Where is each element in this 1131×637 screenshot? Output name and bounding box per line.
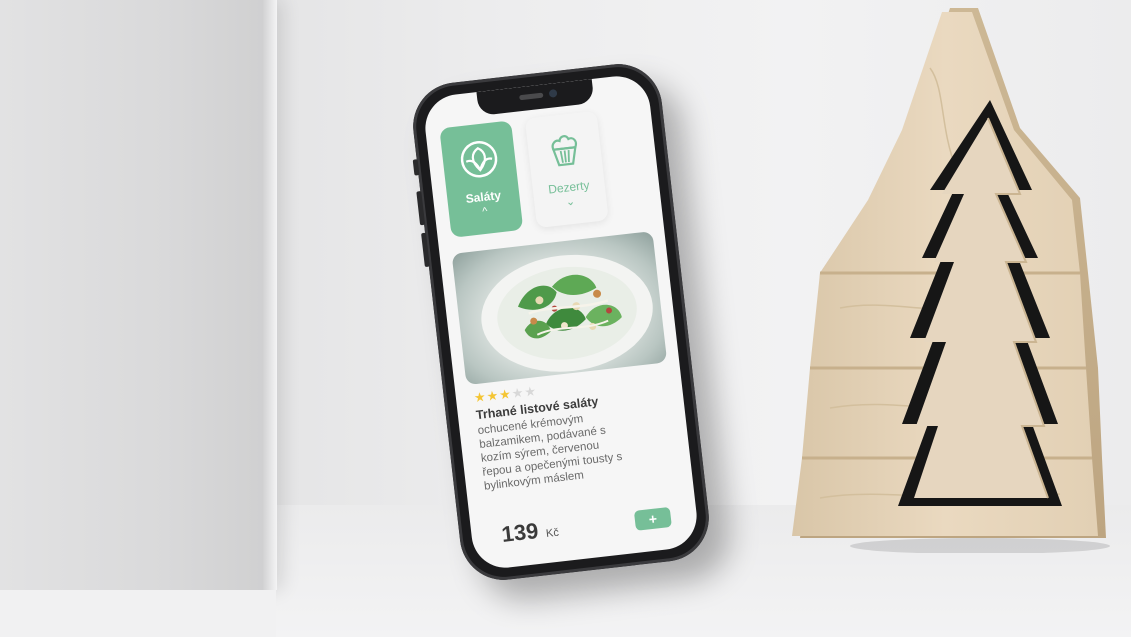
chevron-down-icon: ⌄ — [565, 195, 576, 209]
salad-photo — [481, 254, 653, 372]
item-price: 139 Kč — [500, 516, 560, 548]
star-empty-icon: ★ — [523, 383, 538, 400]
front-camera — [548, 89, 558, 98]
product-mockup-scene: Saláty ^ Dezerty ⌄ ★★★★★ Trhané listové … — [0, 0, 1131, 637]
speaker — [519, 92, 544, 101]
wall-block — [0, 0, 276, 590]
wall-block-edge — [263, 0, 277, 590]
food-image — [451, 231, 668, 386]
salad-icon — [460, 140, 498, 178]
chevron-up-icon: ^ — [481, 205, 489, 219]
price-value: 139 — [500, 518, 540, 548]
category-tab-dezerty[interactable]: Dezerty ⌄ — [524, 110, 609, 229]
wooden-tree-decoration — [792, 8, 1110, 553]
price-currency: Kč — [545, 526, 560, 541]
add-to-cart-button[interactable]: + — [633, 506, 672, 531]
item-description: ochucené krémovým balzamikem, podávané s… — [477, 413, 623, 493]
floor-left — [0, 590, 276, 637]
category-tab-salaty[interactable]: Saláty ^ — [439, 120, 524, 238]
category-label: Saláty — [464, 188, 502, 206]
cupcake-icon — [551, 135, 577, 167]
category-label: Dezerty — [547, 177, 591, 197]
